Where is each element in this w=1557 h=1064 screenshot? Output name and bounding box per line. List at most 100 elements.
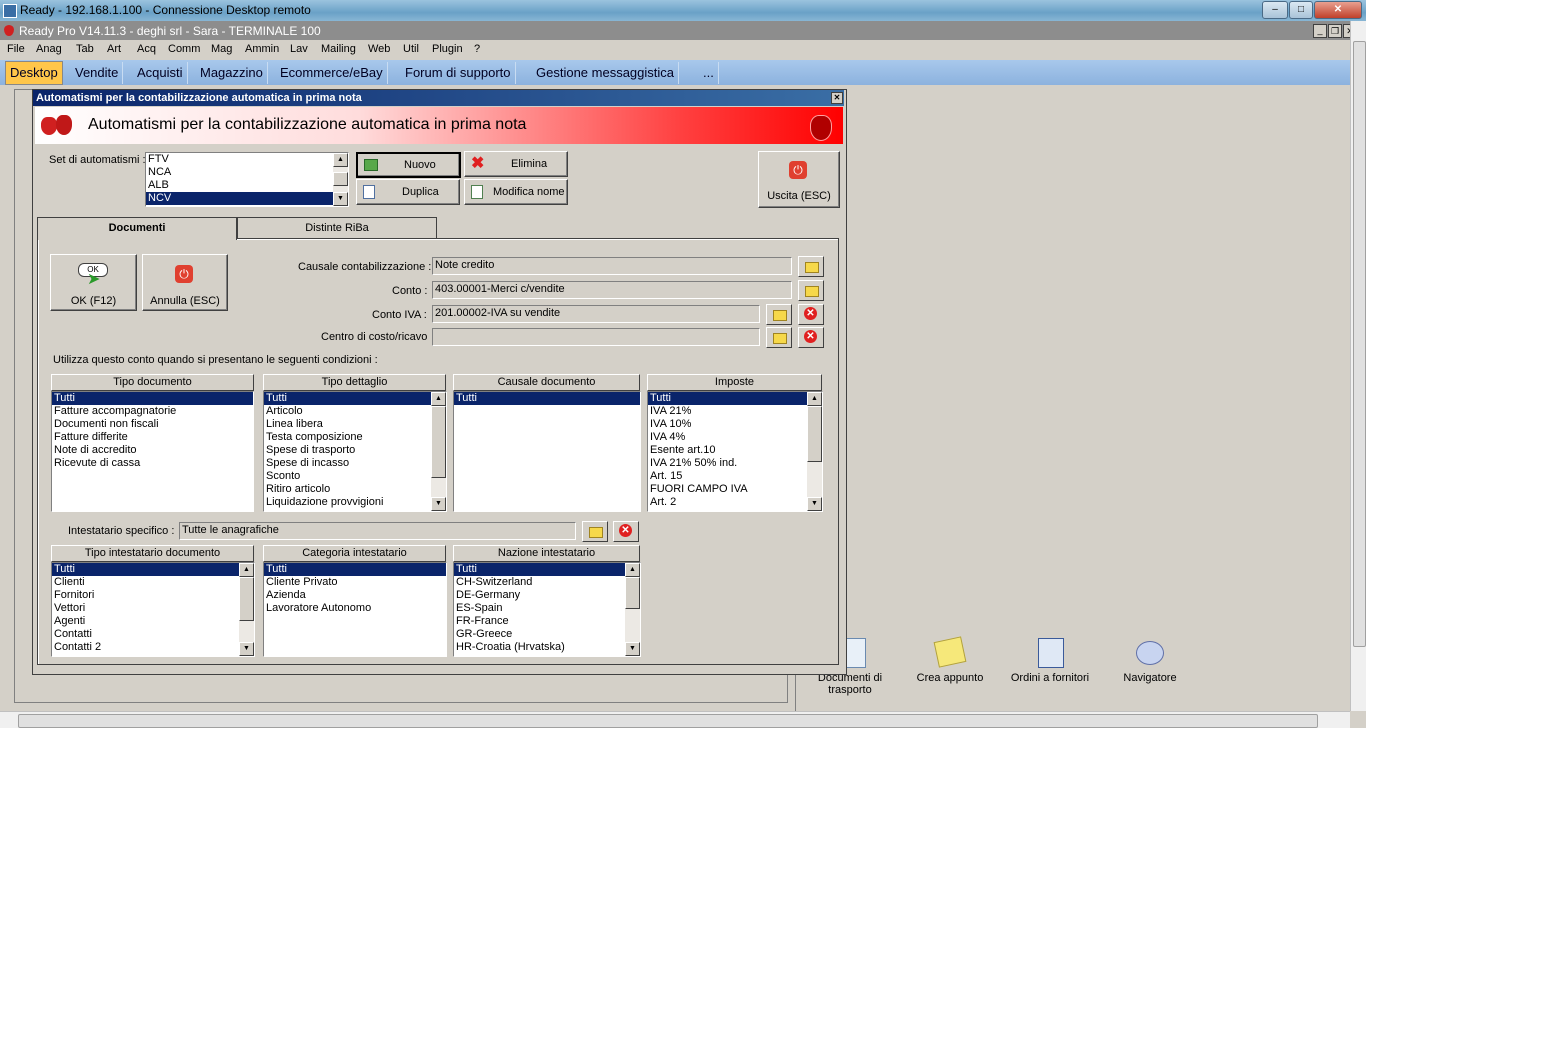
list-item[interactable]: Art. 15 bbox=[648, 470, 807, 483]
imposte-header[interactable]: Imposte bbox=[647, 374, 822, 391]
maximize-button[interactable]: □ bbox=[1289, 1, 1313, 19]
menu-web[interactable]: Web bbox=[368, 43, 390, 55]
icon-label-navigatore[interactable]: Navigatore bbox=[1100, 672, 1200, 684]
menu-help[interactable]: ? bbox=[474, 43, 480, 55]
list-item[interactable]: Azienda bbox=[264, 589, 446, 602]
list-item[interactable]: IVA 10% bbox=[648, 418, 807, 431]
vscroll-thumb[interactable] bbox=[1353, 41, 1366, 647]
menu-tab[interactable]: Tab bbox=[76, 43, 94, 55]
vertical-scrollbar[interactable] bbox=[1350, 21, 1366, 711]
scroll-thumb[interactable] bbox=[625, 577, 640, 609]
categoria-intestatario-header[interactable]: Categoria intestatario bbox=[263, 545, 446, 562]
icon-label-documenti[interactable]: Documenti di trasporto bbox=[800, 672, 900, 696]
minimize-button[interactable]: – bbox=[1262, 1, 1288, 19]
list-item[interactable]: Articolo bbox=[264, 405, 431, 418]
list-item[interactable]: Ricevute di cassa bbox=[52, 457, 253, 470]
list-item[interactable]: Clienti bbox=[52, 576, 239, 589]
ok-button[interactable]: OK ➤ OK (F12) bbox=[50, 254, 137, 311]
hscroll-thumb[interactable] bbox=[18, 714, 1318, 728]
list-item[interactable]: Linea libera bbox=[264, 418, 431, 431]
tipo-dettaglio-scrollbar[interactable]: ▲ ▼ bbox=[431, 392, 446, 511]
scroll-thumb[interactable] bbox=[807, 406, 822, 462]
list-item[interactable]: Spese di trasporto bbox=[264, 444, 431, 457]
list-item[interactable]: Contatti 2 bbox=[52, 641, 239, 654]
menu-mailing[interactable]: Mailing bbox=[321, 43, 356, 55]
scroll-down-icon[interactable]: ▼ bbox=[431, 497, 446, 511]
menu-lav[interactable]: Lav bbox=[290, 43, 308, 55]
list-item[interactable]: Tutti bbox=[264, 563, 446, 576]
list-item[interactable]: ES-Spain bbox=[454, 602, 625, 615]
tipo-intestatario-list[interactable]: Tutti Clienti Fornitori Vettori Agenti C… bbox=[51, 562, 255, 657]
modifica-nome-button[interactable]: Modifica nome bbox=[464, 179, 568, 205]
causale-field[interactable]: Note credito bbox=[432, 257, 792, 275]
list-item[interactable]: Ritiro articolo bbox=[264, 483, 431, 496]
list-item[interactable]: GR-Greece bbox=[454, 628, 625, 641]
app-minimize-button[interactable]: _ bbox=[1313, 24, 1327, 38]
causale-documento-header[interactable]: Causale documento bbox=[453, 374, 640, 391]
imposte-scrollbar[interactable]: ▲ ▼ bbox=[807, 392, 822, 511]
dialog-close-button[interactable]: ✕ bbox=[831, 92, 843, 104]
set-item[interactable]: FTV bbox=[146, 153, 348, 166]
list-item[interactable]: Spese di incasso bbox=[264, 457, 431, 470]
tipo-intestatario-scrollbar[interactable]: ▲ ▼ bbox=[239, 563, 254, 656]
menu-util[interactable]: Util bbox=[403, 43, 419, 55]
categoria-intestatario-list[interactable]: Tutti Cliente Privato Azienda Lavoratore… bbox=[263, 562, 447, 657]
set-item-selected[interactable]: NCV bbox=[146, 192, 333, 205]
scroll-thumb[interactable] bbox=[333, 172, 348, 186]
close-button[interactable]: ✕ bbox=[1314, 1, 1362, 19]
conto-iva-field[interactable]: 201.00002-IVA su vendite bbox=[432, 305, 760, 323]
nuovo-button[interactable]: Nuovo bbox=[356, 152, 461, 178]
list-item[interactable]: IVA 4% bbox=[648, 431, 807, 444]
causale-documento-list[interactable]: Tutti bbox=[453, 391, 641, 512]
list-item[interactable]: Testa composizione bbox=[264, 431, 431, 444]
list-item[interactable]: Contatti bbox=[52, 628, 239, 641]
icon-label-appunto[interactable]: Crea appunto bbox=[900, 672, 1000, 684]
list-item[interactable]: DE-Germany bbox=[454, 589, 625, 602]
scroll-up-icon[interactable]: ▲ bbox=[239, 563, 254, 577]
set-item[interactable]: NCA bbox=[146, 166, 348, 179]
list-item[interactable]: Tutti bbox=[454, 392, 640, 405]
compass-icon[interactable] bbox=[1136, 641, 1164, 665]
list-item[interactable]: Art. 2 bbox=[648, 496, 807, 509]
tipo-dettaglio-list[interactable]: Tutti Articolo Linea libera Testa compos… bbox=[263, 391, 447, 512]
list-item[interactable]: Esente art.10 bbox=[648, 444, 807, 457]
list-item[interactable]: Fornitori bbox=[52, 589, 239, 602]
tab-messaggistica[interactable]: Gestione messaggistica bbox=[532, 62, 680, 84]
orders-icon[interactable] bbox=[1038, 638, 1064, 668]
scroll-thumb[interactable] bbox=[431, 406, 446, 478]
imposte-list[interactable]: Tutti IVA 21% IVA 10% IVA 4% Esente art.… bbox=[647, 391, 823, 512]
menu-art[interactable]: Art bbox=[107, 43, 121, 55]
tab-vendite[interactable]: Vendite bbox=[71, 62, 124, 84]
menu-mag[interactable]: Mag bbox=[211, 43, 232, 55]
tab-more[interactable]: ... bbox=[699, 62, 719, 84]
set-listbox[interactable]: FTV NCA ALB NCV ▲ ▼ bbox=[145, 152, 349, 207]
elimina-button[interactable]: ✖ Elimina bbox=[464, 151, 568, 177]
annulla-button[interactable]: ⏻ Annulla (ESC) bbox=[142, 254, 228, 311]
centro-folder-icon[interactable] bbox=[766, 327, 792, 348]
app-restore-button[interactable]: ❐ bbox=[1328, 24, 1342, 38]
tab-ecommerce[interactable]: Ecommerce/eBay bbox=[276, 62, 388, 84]
list-item[interactable]: Documenti non fiscali bbox=[52, 418, 253, 431]
icon-label-ordini[interactable]: Ordini a fornitori bbox=[1000, 672, 1100, 684]
conto-folder-icon[interactable] bbox=[798, 280, 824, 301]
tipo-documento-list[interactable]: Tutti Fatture accompagnatorie Documenti … bbox=[51, 391, 254, 512]
list-item[interactable]: Vettori bbox=[52, 602, 239, 615]
tab-magazzino[interactable]: Magazzino bbox=[196, 62, 268, 84]
menu-plugin[interactable]: Plugin bbox=[432, 43, 463, 55]
list-item[interactable]: IVA 21% 50% ind. bbox=[648, 457, 807, 470]
scroll-up-icon[interactable]: ▲ bbox=[333, 153, 348, 167]
tipo-dettaglio-header[interactable]: Tipo dettaglio bbox=[263, 374, 446, 391]
scroll-thumb[interactable] bbox=[239, 577, 254, 621]
intestatario-field[interactable]: Tutte le anagrafiche bbox=[179, 522, 576, 540]
menu-file[interactable]: File bbox=[7, 43, 25, 55]
tipo-documento-header[interactable]: Tipo documento bbox=[51, 374, 254, 391]
list-item[interactable]: Fatture differite bbox=[52, 431, 253, 444]
menu-ammin[interactable]: Ammin bbox=[245, 43, 279, 55]
list-item[interactable]: Lavoratore Autonomo bbox=[264, 602, 446, 615]
note-icon[interactable] bbox=[933, 636, 967, 668]
scroll-up-icon[interactable]: ▲ bbox=[431, 392, 446, 406]
list-item[interactable]: Tutti bbox=[264, 392, 431, 405]
menu-acq[interactable]: Acq bbox=[137, 43, 156, 55]
list-item[interactable]: Note di accredito bbox=[52, 444, 253, 457]
nazione-intestatario-scrollbar[interactable]: ▲ ▼ bbox=[625, 563, 640, 656]
